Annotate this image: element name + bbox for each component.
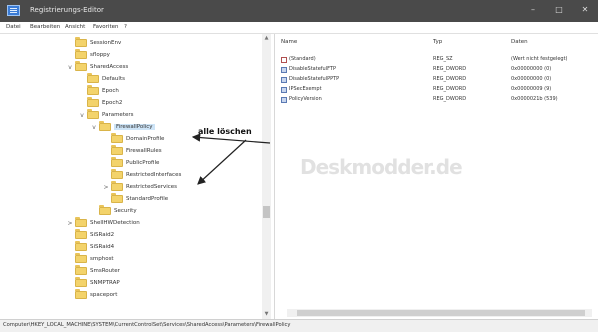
dword-value-icon xyxy=(281,67,287,73)
status-bar: Computer\HKEY_LOCAL_MACHINE\SYSTEM\Curre… xyxy=(0,319,598,332)
tree-item[interactable]: Epoch2 xyxy=(78,97,122,108)
value-row[interactable]: IPSecExempt REG_DWORD 0x00000009 (9) xyxy=(275,85,598,94)
menu-help[interactable]: ? xyxy=(124,24,127,30)
tree-item[interactable]: SiSRaid2 xyxy=(66,229,114,240)
folder-icon xyxy=(75,289,87,299)
menu-favorites[interactable]: Favoriten xyxy=(93,24,118,30)
tree-item[interactable]: v Parameters xyxy=(78,109,133,120)
expander-icon[interactable]: > xyxy=(102,184,110,191)
folder-icon xyxy=(87,97,99,107)
value-row[interactable]: PolicyVersion REG_DWORD 0x0000021b (539) xyxy=(275,95,598,104)
tree-item[interactable]: PublicProfile xyxy=(102,157,159,168)
expander-icon[interactable]: v xyxy=(66,64,74,71)
folder-icon xyxy=(75,61,87,71)
tree-item[interactable]: FirewallRules xyxy=(102,145,162,156)
column-header-name[interactable]: Name xyxy=(281,39,297,45)
menu-view[interactable]: Ansicht xyxy=(65,24,85,30)
maximize-button[interactable]: □ xyxy=(548,2,570,18)
dword-value-icon xyxy=(281,97,287,103)
folder-icon xyxy=(75,253,87,263)
folder-icon xyxy=(111,157,123,167)
tree-item[interactable]: smphost xyxy=(66,253,114,264)
tree-item[interactable]: SNMPTRAP xyxy=(66,277,120,288)
title-bar: Registrierungs-Editor – □ ✕ xyxy=(0,0,598,22)
expander-icon[interactable]: > xyxy=(66,220,74,227)
regedit-app-icon xyxy=(7,5,20,16)
expander-icon[interactable]: v xyxy=(78,112,86,119)
registry-path: Computer\HKEY_LOCAL_MACHINE\SYSTEM\Curre… xyxy=(3,322,291,328)
menu-bar: Datei Bearbeiten Ansicht Favoriten ? xyxy=(0,22,598,34)
folder-icon xyxy=(111,193,123,203)
annotation-label: alle löschen xyxy=(198,127,252,136)
column-header-data[interactable]: Daten xyxy=(511,39,528,45)
folder-icon xyxy=(75,277,87,287)
tree-item[interactable]: Epoch xyxy=(78,85,119,96)
registry-tree: SessionEnv sfloppy v SharedAccess Default… xyxy=(0,34,275,319)
minimize-button[interactable]: – xyxy=(522,2,544,18)
folder-icon xyxy=(87,109,99,119)
folder-icon xyxy=(99,205,111,215)
menu-file[interactable]: Datei xyxy=(6,24,21,30)
folder-icon xyxy=(75,265,87,275)
folder-icon xyxy=(75,49,87,59)
tree-item[interactable]: SessionEnv xyxy=(66,37,121,48)
close-button[interactable]: ✕ xyxy=(574,2,596,18)
expander-icon[interactable]: v xyxy=(90,124,98,131)
folder-icon xyxy=(111,169,123,179)
folder-icon xyxy=(75,241,87,251)
string-value-icon xyxy=(281,57,287,63)
tree-item-selected[interactable]: v FirewallPolicy xyxy=(90,121,155,132)
tree-item[interactable]: spaceport xyxy=(66,289,117,300)
folder-icon xyxy=(111,145,123,155)
value-row[interactable]: (Standard) REG_SZ (Wert nicht festgelegt… xyxy=(275,55,598,64)
tree-item[interactable]: > RestrictedServices xyxy=(102,181,177,192)
tree-item[interactable]: v SharedAccess xyxy=(66,61,128,72)
tree-item[interactable]: SmsRouter xyxy=(66,265,120,276)
dword-value-icon xyxy=(281,77,287,83)
watermark: Deskmodder.de xyxy=(300,155,463,179)
list-scroll-thumb[interactable] xyxy=(297,310,585,316)
tree-item[interactable]: StandardProfile xyxy=(102,193,168,204)
list-horizontal-scrollbar[interactable] xyxy=(287,309,592,317)
tree-scroll-thumb[interactable] xyxy=(263,206,270,218)
folder-icon xyxy=(87,73,99,83)
tree-item[interactable]: SiSRaid4 xyxy=(66,241,114,252)
folder-icon xyxy=(87,85,99,95)
tree-item[interactable]: Defaults xyxy=(78,73,125,84)
tree-item[interactable]: Security xyxy=(90,205,137,216)
value-row[interactable]: DisableStatefulPPTP REG_DWORD 0x00000000… xyxy=(275,75,598,84)
column-header-type[interactable]: Typ xyxy=(433,39,442,45)
tree-item[interactable]: sfloppy xyxy=(66,49,110,60)
tree-vertical-scrollbar[interactable]: ▲ ▼ xyxy=(262,34,271,319)
tree-item[interactable]: DomainProfile xyxy=(102,133,164,144)
dword-value-icon xyxy=(281,87,287,93)
value-row[interactable]: DisableStatefulFTP REG_DWORD 0x00000000 … xyxy=(275,65,598,74)
folder-icon xyxy=(75,229,87,239)
tree-item[interactable]: RestrictedInterfaces xyxy=(102,169,181,180)
folder-icon xyxy=(111,181,123,191)
scroll-down-icon[interactable]: ▼ xyxy=(262,310,271,319)
scroll-up-icon[interactable]: ▲ xyxy=(262,34,271,43)
folder-icon xyxy=(75,37,87,47)
folder-icon xyxy=(75,217,87,227)
tree-item[interactable]: > ShellHWDetection xyxy=(66,217,140,228)
folder-icon xyxy=(99,121,111,131)
window-title: Registrierungs-Editor xyxy=(30,6,104,14)
folder-icon xyxy=(111,133,123,143)
menu-edit[interactable]: Bearbeiten xyxy=(30,24,60,30)
